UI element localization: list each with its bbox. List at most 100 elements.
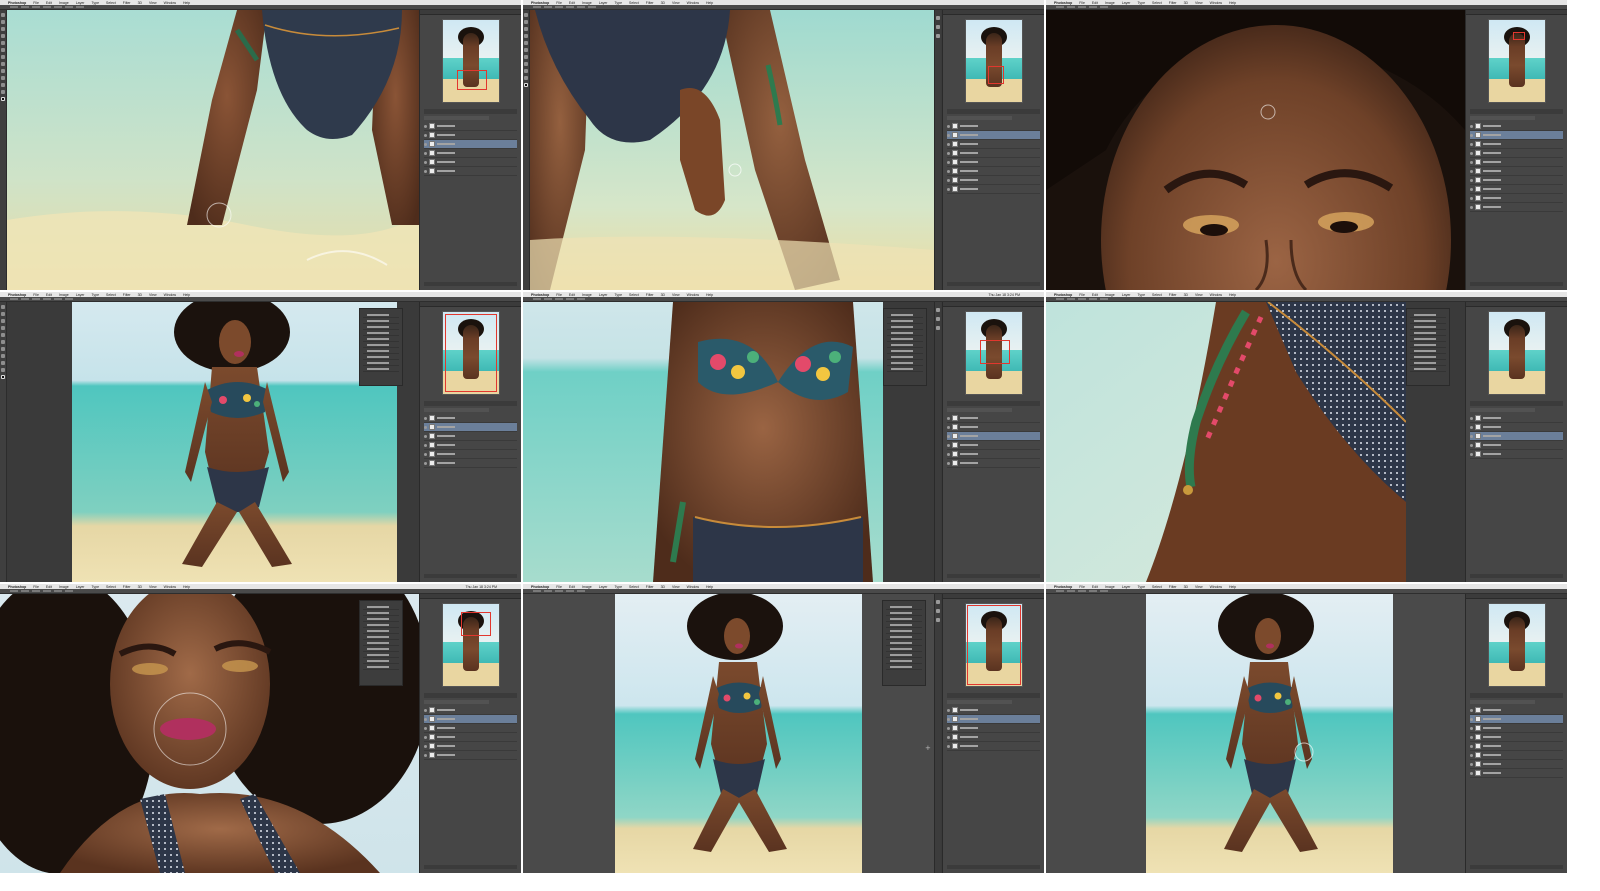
- menu-window[interactable]: Window: [164, 1, 176, 5]
- menu-window[interactable]: Window: [1210, 1, 1222, 5]
- menu-image[interactable]: Image: [1105, 1, 1115, 5]
- menu-3d[interactable]: 3D: [661, 585, 665, 589]
- layer-row[interactable]: [1470, 158, 1563, 167]
- navigator-view-box[interactable]: [460, 612, 491, 636]
- menu-filter[interactable]: Filter: [123, 1, 131, 5]
- move-tool-icon[interactable]: [1, 13, 5, 17]
- layers-footer[interactable]: [947, 574, 1040, 578]
- navigator-thumbnail[interactable]: [441, 603, 500, 687]
- menu-file[interactable]: File: [33, 1, 39, 5]
- navigator-thumbnail[interactable]: [964, 19, 1023, 103]
- menu-filter[interactable]: Filter: [646, 585, 654, 589]
- stamp-tool-icon[interactable]: [1, 340, 5, 344]
- layer-row[interactable]: [1470, 724, 1563, 733]
- menu-photoshop[interactable]: Photoshop: [8, 585, 26, 589]
- menu-photoshop[interactable]: Photoshop: [1054, 1, 1072, 5]
- menu-edit[interactable]: Edit: [569, 1, 575, 5]
- canvas[interactable]: [7, 10, 419, 290]
- menu-file[interactable]: File: [1079, 1, 1085, 5]
- menu-view[interactable]: View: [149, 293, 157, 297]
- layer-row[interactable]: [424, 441, 517, 450]
- layers-tabs[interactable]: [1470, 109, 1563, 114]
- menu-type[interactable]: Type: [1137, 293, 1145, 297]
- menu-edit[interactable]: Edit: [46, 585, 52, 589]
- menu-layer[interactable]: Layer: [1122, 293, 1131, 297]
- navigator-thumbnail[interactable]: [441, 311, 500, 395]
- layers-tabs[interactable]: [1470, 401, 1563, 406]
- menu-type[interactable]: Type: [614, 1, 622, 5]
- menu-window[interactable]: Window: [687, 1, 699, 5]
- eraser-tool-icon[interactable]: [524, 55, 528, 59]
- layer-row[interactable]: [424, 733, 517, 742]
- layer-row[interactable]: [424, 751, 517, 760]
- layer-row[interactable]: [947, 414, 1040, 423]
- type-tool-icon[interactable]: [1, 368, 5, 372]
- menu-window[interactable]: Window: [164, 585, 176, 589]
- menu-view[interactable]: View: [1195, 293, 1203, 297]
- menu-image[interactable]: Image: [582, 293, 592, 297]
- menu-window[interactable]: Window: [687, 293, 699, 297]
- canvas[interactable]: +: [523, 594, 934, 873]
- menu-3d[interactable]: 3D: [138, 585, 142, 589]
- layer-row[interactable]: [947, 441, 1040, 450]
- layer-row-selected[interactable]: [947, 131, 1040, 140]
- layer-row[interactable]: [1470, 203, 1563, 212]
- pen-tool-icon[interactable]: [1, 76, 5, 80]
- eraser-tool-icon[interactable]: [1, 55, 5, 59]
- layer-row[interactable]: [1470, 423, 1563, 432]
- menu-layer[interactable]: Layer: [599, 293, 608, 297]
- layer-row[interactable]: [1470, 176, 1563, 185]
- layer-row-selected[interactable]: [1470, 715, 1563, 724]
- menu-layer[interactable]: Layer: [599, 1, 608, 5]
- menu-photoshop[interactable]: Photoshop: [1054, 585, 1072, 589]
- menu-filter[interactable]: Filter: [646, 1, 654, 5]
- layers-tabs[interactable]: [424, 109, 517, 114]
- layer-row[interactable]: [424, 158, 517, 167]
- navigator-panel-header[interactable]: [420, 594, 521, 599]
- menu-select[interactable]: Select: [1152, 293, 1162, 297]
- navigator-panel-header[interactable]: [420, 302, 521, 307]
- navigator-view-box[interactable]: [987, 66, 1004, 84]
- menu-edit[interactable]: Edit: [1092, 293, 1098, 297]
- eraser-tool-icon[interactable]: [1, 347, 5, 351]
- type-tool-icon[interactable]: [1, 83, 5, 87]
- layer-row[interactable]: [424, 432, 517, 441]
- lasso-tool-icon[interactable]: [524, 27, 528, 31]
- layer-row[interactable]: [424, 706, 517, 715]
- history-icon[interactable]: [936, 308, 940, 312]
- menu-layer[interactable]: Layer: [1122, 585, 1131, 589]
- move-tool-icon[interactable]: [1, 305, 5, 309]
- menu-layer[interactable]: Layer: [1122, 1, 1131, 5]
- navigator-panel-header[interactable]: [1466, 594, 1567, 599]
- layers-tabs[interactable]: [424, 401, 517, 406]
- menu-edit[interactable]: Edit: [46, 293, 52, 297]
- history-panel[interactable]: [359, 308, 403, 386]
- foreground-color-icon[interactable]: [1, 375, 5, 379]
- navigator-thumbnail[interactable]: [1487, 311, 1546, 395]
- layer-row[interactable]: [1470, 149, 1563, 158]
- menu-select[interactable]: Select: [106, 1, 116, 5]
- navigator-thumbnail[interactable]: [964, 603, 1023, 687]
- layer-row[interactable]: [1470, 140, 1563, 149]
- layer-row[interactable]: [424, 167, 517, 176]
- layer-row-selected[interactable]: [947, 432, 1040, 441]
- menu-select[interactable]: Select: [106, 293, 116, 297]
- menu-help[interactable]: Help: [183, 1, 190, 5]
- menu-filter[interactable]: Filter: [123, 585, 131, 589]
- menu-image[interactable]: Image: [59, 585, 69, 589]
- canvas[interactable]: [0, 594, 419, 873]
- layer-row[interactable]: [424, 149, 517, 158]
- layer-row[interactable]: [1470, 742, 1563, 751]
- navigator-view-box[interactable]: [979, 340, 1010, 364]
- layer-row[interactable]: [1470, 733, 1563, 742]
- layers-footer[interactable]: [424, 282, 517, 286]
- menu-view[interactable]: View: [1195, 1, 1203, 5]
- history-panel[interactable]: [883, 308, 927, 386]
- menu-type[interactable]: Type: [614, 585, 622, 589]
- navigator-panel-header[interactable]: [943, 10, 1044, 15]
- properties-icon[interactable]: [936, 326, 940, 330]
- canvas[interactable]: [1046, 302, 1406, 582]
- pen-tool-icon[interactable]: [1, 361, 5, 365]
- menu-edit[interactable]: Edit: [569, 293, 575, 297]
- menu-layer[interactable]: Layer: [76, 293, 85, 297]
